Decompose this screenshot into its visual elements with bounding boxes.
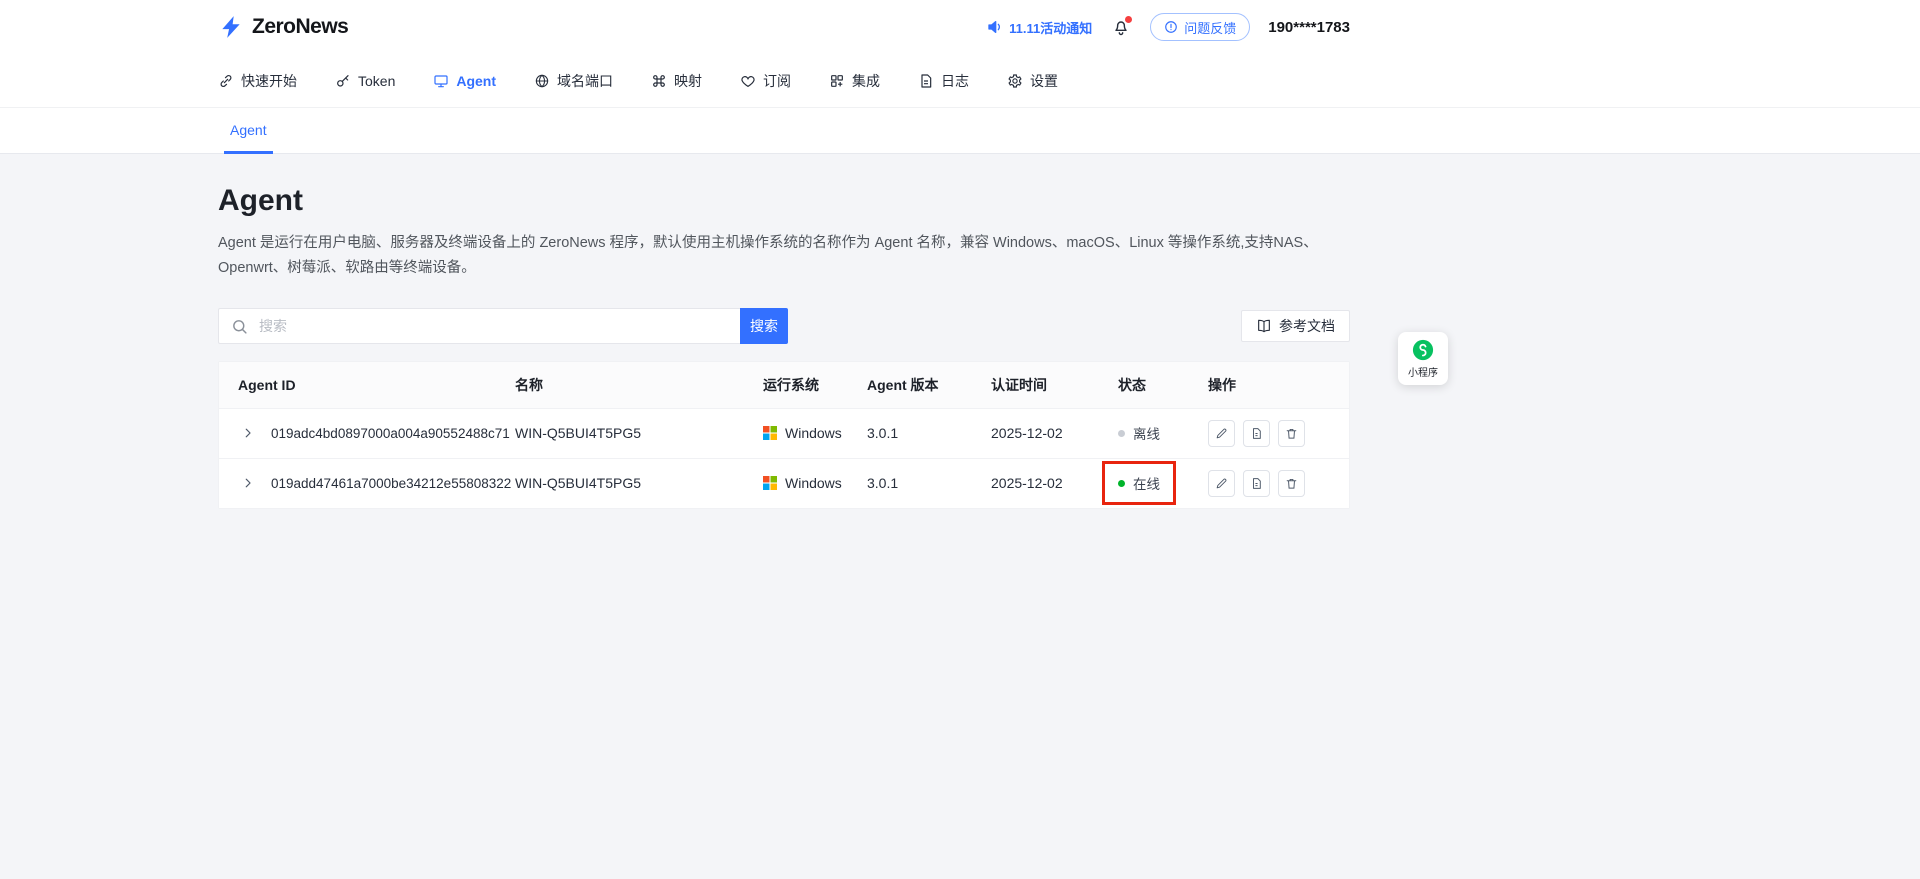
main-nav: 快速开始 Token Agent 域名端口 映射 xyxy=(0,54,1920,108)
windows-logo-icon xyxy=(763,426,777,440)
expand-chevron-icon[interactable] xyxy=(241,426,255,440)
monitor-icon xyxy=(433,73,449,89)
search-box xyxy=(218,308,740,344)
status-label: 离线 xyxy=(1133,423,1160,443)
nav-label: Token xyxy=(358,73,395,89)
account-number[interactable]: 190****1783 xyxy=(1268,19,1350,36)
highlight-rectangle: 在线 xyxy=(1102,461,1176,505)
edit-button[interactable] xyxy=(1208,420,1235,447)
search-group: 搜索 xyxy=(218,308,788,344)
agent-id: 019add47461a7000be34212e55808322 xyxy=(271,476,511,491)
detail-button[interactable] xyxy=(1243,470,1270,497)
column-header-status: 状态 xyxy=(1118,375,1208,395)
agent-id: 019adc4bd0897000a004a90552488c71 xyxy=(271,426,510,441)
mini-program-label: 小程序 xyxy=(1408,364,1438,379)
agent-table: Agent ID 名称 运行系统 Agent 版本 认证时间 状态 操作 019… xyxy=(218,361,1350,509)
gear-icon xyxy=(1007,73,1023,89)
column-header-os: 运行系统 xyxy=(763,375,867,395)
row-actions xyxy=(1208,470,1349,497)
status-badge: 离线 xyxy=(1118,423,1160,443)
command-icon xyxy=(651,73,667,89)
agent-auth-time: 2025-12-02 xyxy=(991,475,1118,491)
top-bar-right: 11.11活动通知 问题反馈 190****1783 xyxy=(987,0,1350,54)
status-badge: 在线 xyxy=(1118,473,1160,493)
agent-name: WIN-Q5BUI4T5PG5 xyxy=(515,425,763,441)
table-row: 019adc4bd0897000a004a90552488c71 WIN-Q5B… xyxy=(219,408,1349,458)
nav-item-integration[interactable]: 集成 xyxy=(829,71,880,91)
nav-label: 设置 xyxy=(1030,71,1058,91)
link-icon xyxy=(218,73,234,89)
sub-tab-bar: Agent xyxy=(0,108,1920,154)
nav-item-subscribe[interactable]: 订阅 xyxy=(740,71,791,91)
search-input[interactable] xyxy=(219,309,740,343)
feedback-icon xyxy=(1164,20,1178,34)
offline-dot-icon xyxy=(1118,430,1125,437)
nav-item-settings[interactable]: 设置 xyxy=(1007,71,1058,91)
tab-agent[interactable]: Agent xyxy=(224,122,273,154)
announcement-link[interactable]: 11.11活动通知 xyxy=(987,18,1092,37)
nav-item-agent[interactable]: Agent xyxy=(433,73,496,89)
globe-icon xyxy=(534,73,550,89)
windows-logo-icon xyxy=(763,476,777,490)
app-root: ZeroNews 11.11活动通知 问题反馈 190*** xyxy=(0,0,1920,879)
column-header-version: Agent 版本 xyxy=(867,375,991,395)
notification-bell-button[interactable] xyxy=(1110,16,1132,38)
edit-button[interactable] xyxy=(1208,470,1235,497)
mini-program-widget[interactable]: 小程序 xyxy=(1398,332,1448,385)
document-icon xyxy=(918,73,934,89)
nav-item-quick-start[interactable]: 快速开始 xyxy=(218,71,297,91)
nav-item-mapping[interactable]: 映射 xyxy=(651,71,702,91)
nav-label: 日志 xyxy=(941,71,969,91)
page-title: Agent xyxy=(218,184,1350,218)
row-actions xyxy=(1208,420,1349,447)
search-icon xyxy=(231,318,248,335)
toolbar: 搜索 参考文档 xyxy=(218,308,1350,344)
status-label: 在线 xyxy=(1133,473,1160,493)
detail-button[interactable] xyxy=(1243,420,1270,447)
mini-program-icon xyxy=(1412,339,1434,361)
zeronews-bolt-icon xyxy=(218,14,244,40)
column-header-agent-id: Agent ID xyxy=(219,377,515,393)
book-icon xyxy=(1256,318,1272,334)
brand-name: ZeroNews xyxy=(252,15,348,39)
page-description: Agent 是运行在用户电脑、服务器及终端设备上的 ZeroNews 程序，默认… xyxy=(218,231,1350,282)
nav-item-logs[interactable]: 日志 xyxy=(918,71,969,91)
nav-label: Agent xyxy=(456,73,496,89)
reference-docs-label: 参考文档 xyxy=(1279,316,1335,336)
reference-docs-button[interactable]: 参考文档 xyxy=(1241,310,1350,342)
announcement-text: 11.11活动通知 xyxy=(1009,18,1092,37)
expand-chevron-icon[interactable] xyxy=(241,476,255,490)
agent-os: Windows xyxy=(785,475,842,491)
column-header-actions: 操作 xyxy=(1208,375,1349,395)
main-content: Agent Agent 是运行在用户电脑、服务器及终端设备上的 ZeroNews… xyxy=(0,154,1350,509)
column-header-auth-time: 认证时间 xyxy=(991,375,1118,395)
nav-label: 集成 xyxy=(852,71,880,91)
agent-version: 3.0.1 xyxy=(867,475,991,491)
table-row: 019add47461a7000be34212e55808322 WIN-Q5B… xyxy=(219,458,1349,508)
agent-auth-time: 2025-12-02 xyxy=(991,425,1118,441)
column-header-name: 名称 xyxy=(515,375,763,395)
online-dot-icon xyxy=(1118,480,1125,487)
agent-os: Windows xyxy=(785,425,842,441)
nav-label: 域名端口 xyxy=(557,71,613,91)
blocks-icon xyxy=(829,73,845,89)
agent-name: WIN-Q5BUI4T5PG5 xyxy=(515,475,763,491)
nav-label: 快速开始 xyxy=(241,71,297,91)
heart-icon xyxy=(740,73,756,89)
nav-item-domain-port[interactable]: 域名端口 xyxy=(534,71,613,91)
agent-version: 3.0.1 xyxy=(867,425,991,441)
top-bar: ZeroNews 11.11活动通知 问题反馈 190*** xyxy=(0,0,1920,54)
delete-button[interactable] xyxy=(1278,420,1305,447)
nav-label: 订阅 xyxy=(763,71,791,91)
nav-label: 映射 xyxy=(674,71,702,91)
feedback-label: 问题反馈 xyxy=(1184,18,1236,37)
nav-item-token[interactable]: Token xyxy=(335,73,395,89)
search-button[interactable]: 搜索 xyxy=(740,308,788,344)
delete-button[interactable] xyxy=(1278,470,1305,497)
feedback-button[interactable]: 问题反馈 xyxy=(1150,13,1250,41)
key-icon xyxy=(335,73,351,89)
table-header-row: Agent ID 名称 运行系统 Agent 版本 认证时间 状态 操作 xyxy=(219,362,1349,408)
brand-logo[interactable]: ZeroNews xyxy=(218,0,348,54)
speaker-icon xyxy=(987,19,1003,35)
